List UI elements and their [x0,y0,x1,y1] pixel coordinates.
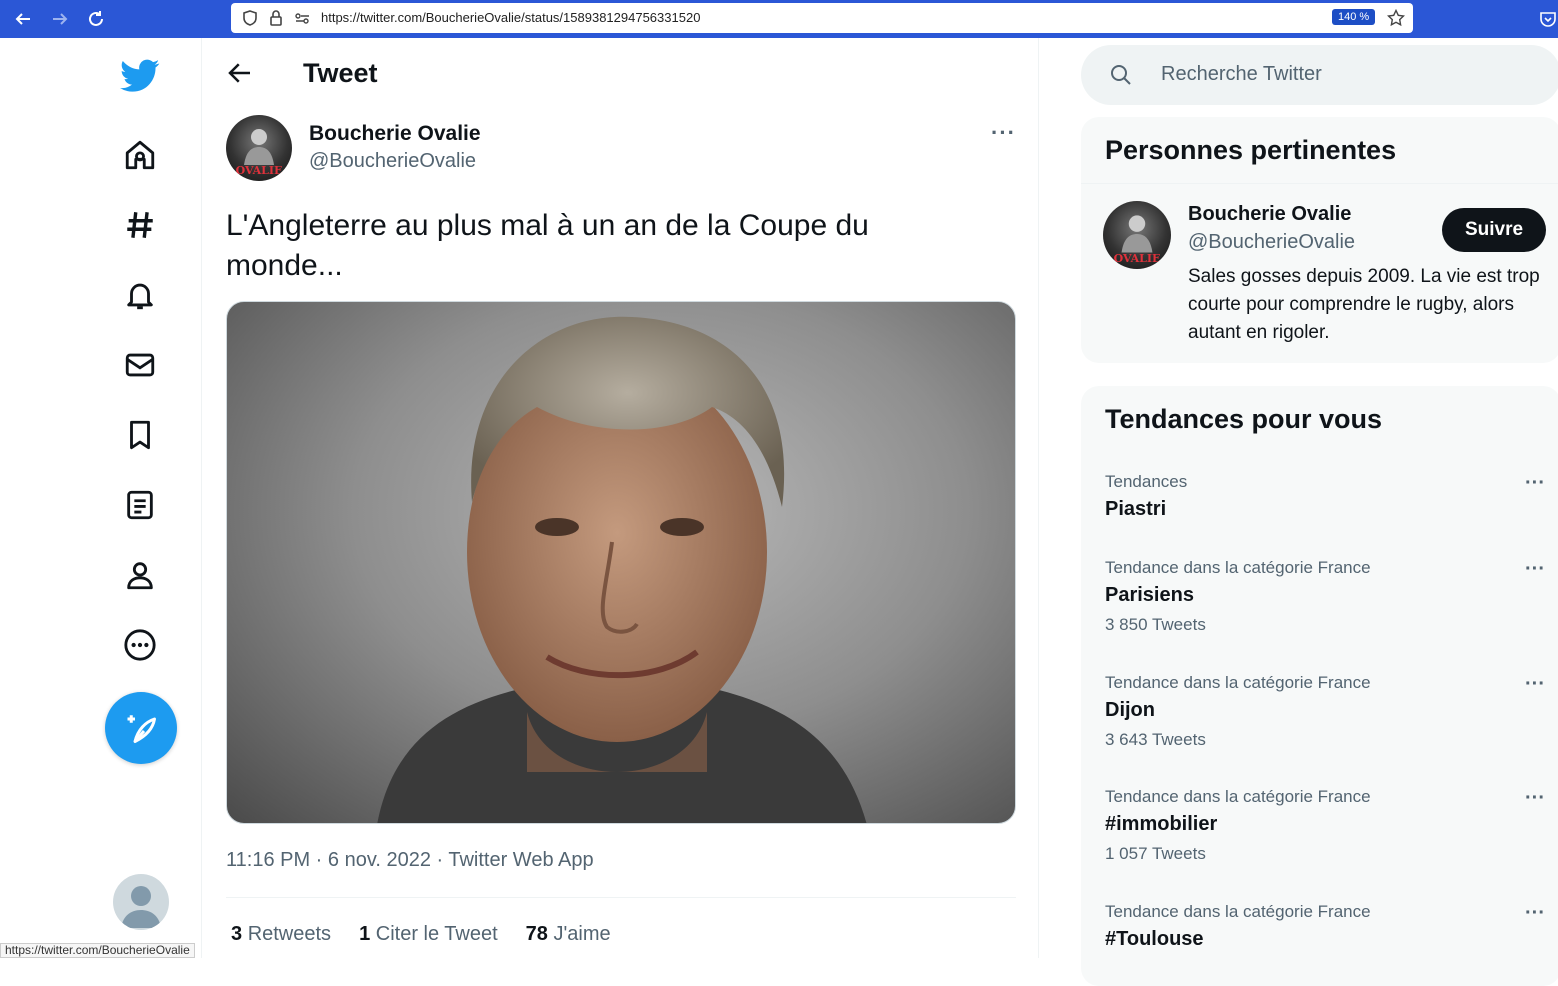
arrow-left-icon [228,63,250,83]
relevant-people-panel: Personnes pertinentes OVALIE Boucherie O… [1081,117,1558,363]
likes-label: J'aime [553,923,611,945]
address-bar[interactable]: https://twitter.com/BoucherieOvalie/stat… [231,3,1413,33]
account-avatar[interactable] [113,874,169,930]
search-icon [1111,65,1131,85]
relevant-bio: Sales gosses depuis 2009. La vie est tro… [1188,266,1540,343]
trend-more-icon[interactable]: ··· [1525,902,1545,925]
profile-icon[interactable] [115,550,165,600]
quotes-count: 1 [359,923,371,945]
trends-panel: Tendances pour vous Tendances Piastri ··… [1081,386,1558,986]
compose-tweet-button[interactable] [105,692,177,764]
avatar-brand-text: OVALIE [235,164,283,177]
trends-title: Tendances pour vous [1105,404,1383,434]
default-user-icon [121,886,161,928]
page-title: Tweet [303,58,378,88]
trend-item[interactable]: Tendances Piastri ··· [1105,472,1545,521]
quotes-label: Citer le Tweet [375,923,498,945]
pocket-icon[interactable] [1535,6,1558,32]
trend-more-icon[interactable]: ··· [1525,673,1545,696]
author-handle[interactable]: @BoucherieOvalie [309,150,476,173]
bookmark-star-icon[interactable] [1386,8,1406,27]
lists-icon[interactable] [115,480,165,530]
trend-category: Tendances [1105,472,1188,491]
trend-more-icon[interactable]: ··· [1525,558,1545,581]
link-status-bar: https://twitter.com/BoucherieOvalie [0,943,195,958]
relevant-name[interactable]: Boucherie Ovalie [1188,203,1351,226]
explore-hashtag-icon[interactable] [115,200,165,250]
messages-envelope-icon[interactable] [115,340,165,390]
feather-plus-icon [127,715,156,743]
bookmarks-icon[interactable] [115,410,165,460]
permissions-icon[interactable] [293,9,311,27]
notifications-bell-icon[interactable] [115,270,165,320]
tweet-stats: 3 Retweets 1 Citer le Tweet 78 J'aime [231,923,611,946]
browser-toolbar: https://twitter.com/BoucherieOvalie/stat… [0,0,1558,38]
trend-name: Parisiens [1105,584,1194,606]
trend-category: Tendance dans la catégorie France [1105,673,1371,692]
relevant-handle[interactable]: @BoucherieOvalie [1188,231,1355,254]
url-text[interactable]: https://twitter.com/BoucherieOvalie/stat… [321,10,700,25]
trend-category: Tendance dans la catégorie France [1105,902,1371,921]
divider [226,897,1016,898]
home-icon[interactable] [115,130,165,180]
trend-name: Piastri [1105,498,1167,520]
retweets-stat[interactable]: 3 Retweets [231,923,331,946]
trend-more-icon[interactable]: ··· [1525,787,1545,810]
trend-category: Tendance dans la catégorie France [1105,558,1371,577]
follow-button[interactable]: Suivre [1442,208,1546,252]
trend-item[interactable]: Tendance dans la catégorie France Parisi… [1105,558,1545,635]
trend-count: 3 850 Tweets [1105,615,1206,634]
avatar-brand-text: OVALIE [1113,252,1161,265]
trend-item[interactable]: Tendance dans la catégorie France #immob… [1105,787,1545,864]
back-button[interactable] [225,58,255,88]
shield-icon[interactable] [241,9,259,27]
trend-name: Dijon [1105,699,1155,721]
more-options-icon[interactable] [115,620,165,670]
trend-name: #immobilier [1105,813,1218,835]
twitter-logo-icon[interactable] [115,51,165,101]
tweet-more-icon[interactable]: ··· [991,120,1016,146]
reload-icon[interactable] [83,6,109,32]
portrait-photo [377,316,867,823]
relevant-people-title: Personnes pertinentes [1105,135,1397,165]
retweets-label: Retweets [247,923,332,945]
trend-item[interactable]: Tendance dans la catégorie France Dijon … [1105,673,1545,750]
relevant-avatar[interactable]: OVALIE [1103,201,1171,269]
back-arrow-icon[interactable] [10,6,36,32]
left-navigation [0,38,202,958]
search-box[interactable]: Recherche Twitter [1081,45,1558,105]
retweets-count: 3 [231,923,243,945]
trend-count: 1 057 Tweets [1105,844,1206,863]
tweet-detail-column: Tweet OVALIE Boucherie Ovalie @Boucherie… [203,38,1039,958]
author-name[interactable]: Boucherie Ovalie [309,122,481,146]
forward-arrow-icon[interactable] [47,6,73,32]
tweet-timestamp[interactable]: 11:16 PM · 6 nov. 2022 · Twitter Web App [226,849,594,872]
zoom-badge[interactable]: 140 % [1332,9,1376,25]
tweet-text: L'Angleterre au plus mal à un an de la C… [226,209,869,282]
search-input[interactable]: Recherche Twitter [1161,63,1322,86]
divider [1081,183,1558,184]
lock-icon[interactable] [267,9,285,27]
trend-category: Tendance dans la catégorie France [1105,787,1371,806]
likes-stat[interactable]: 78 J'aime [526,923,611,946]
likes-count: 78 [525,923,548,945]
tweet-photo[interactable] [226,301,1016,824]
trend-item[interactable]: Tendance dans la catégorie France #Toulo… [1105,902,1545,951]
quotes-stat[interactable]: 1 Citer le Tweet [359,923,498,946]
trend-count: 3 643 Tweets [1105,730,1206,749]
trend-name: #Toulouse [1105,928,1204,950]
trend-more-icon[interactable]: ··· [1525,472,1545,495]
author-avatar[interactable]: OVALIE [226,115,292,181]
